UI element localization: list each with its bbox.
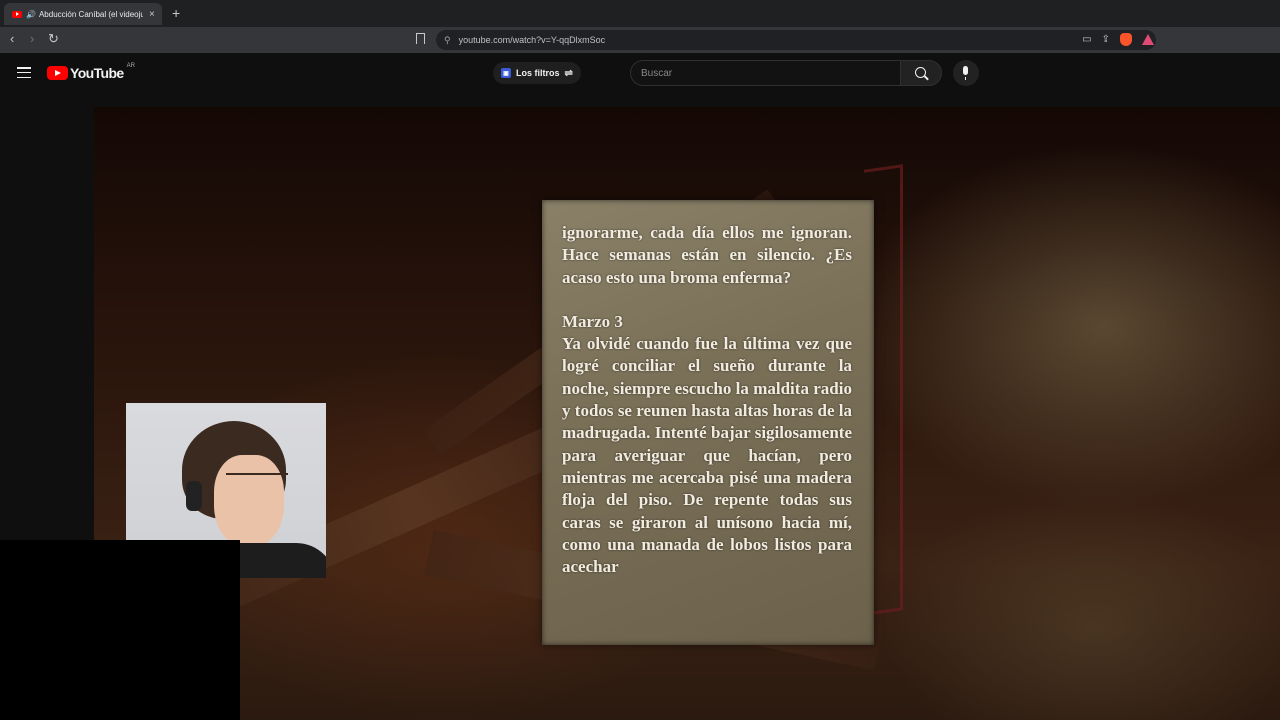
youtube-wordmark: YouTube	[70, 65, 124, 81]
forward-icon[interactable]: ›	[30, 31, 34, 46]
note-paragraph: Ya olvidé cuando fue la última vez que l…	[562, 334, 852, 577]
black-overlay	[0, 540, 240, 720]
extension-icon: ▣	[501, 68, 511, 78]
address-bar[interactable]: ⚲ youtube.com/watch?v=Y-qqDlxmSoc	[436, 30, 1156, 50]
webcam-face	[214, 455, 284, 547]
diary-note: ignorarme, cada día ellos me ignoran. Ha…	[542, 200, 874, 645]
site-info-icon[interactable]: ⚲	[444, 35, 451, 46]
browser-tab-strip: 🔊 Abducción Caníbal (el videojuego × +	[0, 0, 1280, 28]
brave-shields-icon[interactable]	[1120, 33, 1132, 46]
brave-rewards-icon[interactable]	[1142, 34, 1154, 45]
filters-label: Los filtros	[516, 68, 560, 78]
sliders-icon: ⇌	[564, 67, 573, 79]
youtube-header: YouTube AR ▣ Los filtros ⇌ Buscar	[0, 53, 1280, 93]
bookmark-icon[interactable]	[416, 33, 425, 44]
voice-search-button[interactable]	[953, 60, 979, 86]
search-button[interactable]	[900, 60, 942, 86]
search-input[interactable]: Buscar	[630, 60, 900, 86]
note-paragraph: ignorarme, cada día ellos me ignoran. Ha…	[562, 223, 852, 287]
note-date: Marzo 3	[562, 311, 623, 331]
browser-toolbar: ‹ › ↻ ⚲ youtube.com/watch?v=Y-qqDlxmSoc …	[0, 27, 1280, 53]
filters-button[interactable]: ▣ Los filtros ⇌	[493, 62, 581, 84]
search-icon	[915, 67, 926, 78]
youtube-favicon-icon	[12, 10, 22, 18]
toolbar-right-icons: ▭ ⇪	[1082, 33, 1154, 46]
youtube-logo[interactable]: YouTube AR	[47, 63, 135, 81]
url-text[interactable]: youtube.com/watch?v=Y-qqDlxmSoc	[459, 35, 606, 45]
share-icon[interactable]: ⇪	[1102, 34, 1110, 45]
cast-icon[interactable]: ▭	[1082, 34, 1091, 45]
browser-tab[interactable]: 🔊 Abducción Caníbal (el videojuego ×	[4, 3, 162, 25]
speaker-icon[interactable]: 🔊	[26, 10, 36, 19]
webcam-glasses	[226, 473, 288, 489]
youtube-play-icon	[47, 66, 68, 80]
reload-icon[interactable]: ↻	[48, 31, 59, 47]
new-tab-button[interactable]: +	[172, 5, 180, 21]
microphone-icon	[963, 66, 968, 80]
back-icon[interactable]: ‹	[10, 31, 14, 46]
headphone-icon	[186, 481, 202, 511]
tab-close-icon[interactable]: ×	[149, 9, 155, 20]
country-code: AR	[126, 63, 135, 69]
tab-title: Abducción Caníbal (el videojuego	[38, 9, 143, 19]
menu-icon[interactable]	[17, 67, 31, 82]
